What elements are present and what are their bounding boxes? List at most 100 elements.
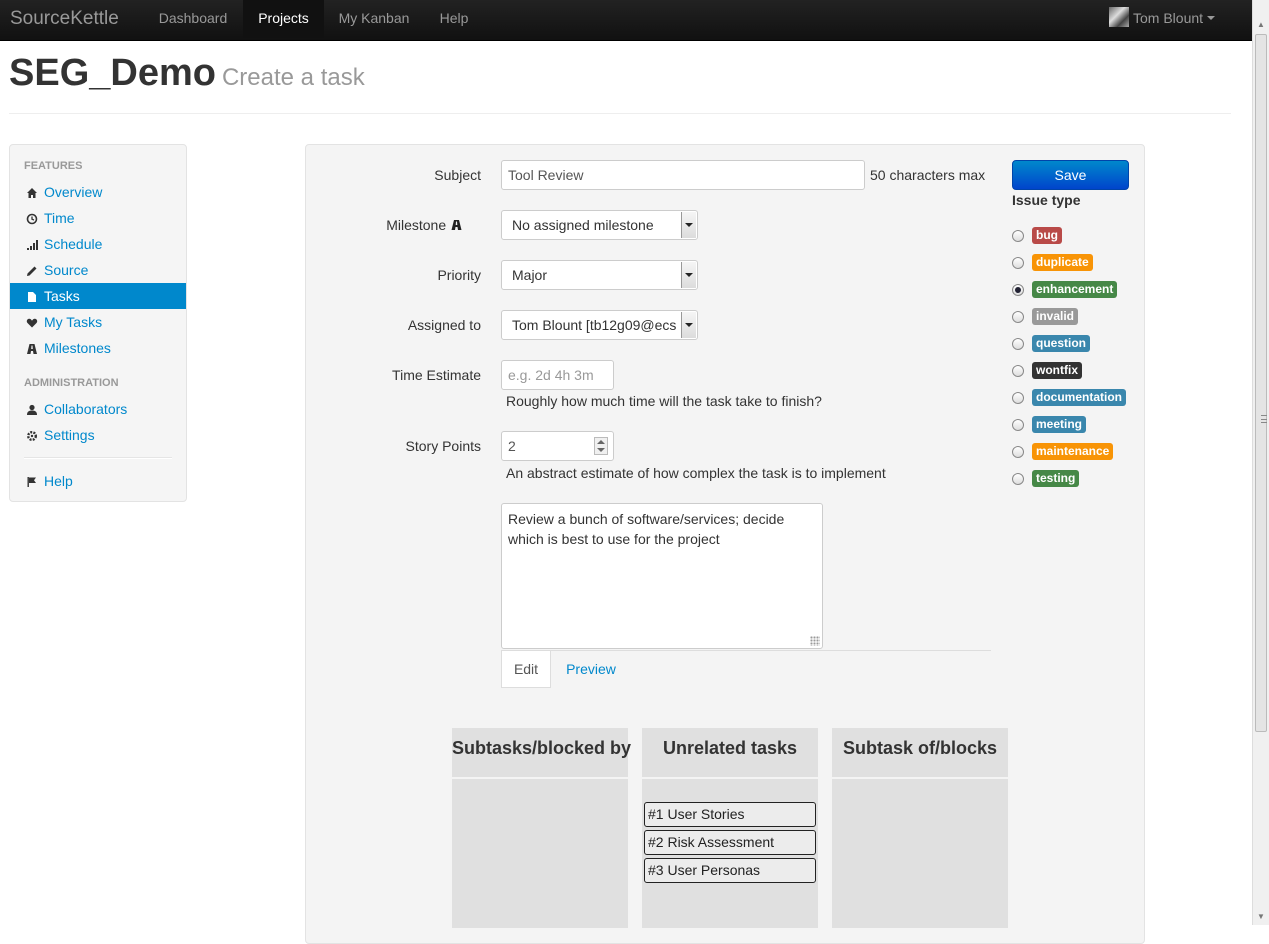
column-title: Subtask of/blocks <box>832 728 1008 779</box>
flag-icon <box>25 468 39 494</box>
priority-select[interactable]: Major <box>501 260 698 290</box>
sidebar-item-collaborators[interactable]: Collaborators <box>10 396 186 422</box>
subject-hint: 50 characters max <box>870 167 986 183</box>
column-unrelated-tasks[interactable]: Unrelated tasks #1 User Stories #2 Risk … <box>642 728 818 928</box>
radio-testing[interactable] <box>1012 473 1024 485</box>
label-maintenance: maintenance <box>1032 443 1114 460</box>
tab-edit[interactable]: Edit <box>501 651 551 688</box>
story-points-value: 2 <box>508 438 516 454</box>
user-menu[interactable]: Tom Blount <box>1109 0 1216 38</box>
task-card[interactable]: #3 User Personas <box>644 858 816 883</box>
story-points-hint: An abstract estimate of how complex the … <box>506 465 886 481</box>
scroll-up-arrow-icon[interactable]: ▲ <box>1256 20 1266 30</box>
label-enhancement: enhancement <box>1032 281 1118 298</box>
file-icon <box>25 283 39 309</box>
sidebar-item-label: Overview <box>44 184 103 200</box>
spinner-arrows-icon[interactable] <box>594 437 608 455</box>
heart-icon <box>25 309 39 335</box>
sidebar-item-label: Settings <box>44 427 95 443</box>
user-name: Tom Blount <box>1133 10 1204 26</box>
sidebar-item-label: My Tasks <box>44 314 103 330</box>
column-title: Subtasks/blocked by <box>452 728 631 779</box>
subject-input[interactable]: Tool Review <box>501 160 865 190</box>
label-wontfix: wontfix <box>1032 362 1082 379</box>
scroll-down-arrow-icon[interactable]: ▼ <box>1256 912 1266 922</box>
sidebar-item-schedule[interactable]: Schedule <box>10 231 186 257</box>
radio-meeting[interactable] <box>1012 419 1024 431</box>
milestone-select[interactable]: No assigned milestone <box>501 210 698 240</box>
radio-maintenance[interactable] <box>1012 446 1024 458</box>
sidebar-item-overview[interactable]: Overview <box>10 179 186 205</box>
radio-documentation[interactable] <box>1012 392 1024 404</box>
assignee-selected-value: Tom Blount [tb12g09@ecs <box>512 317 677 333</box>
time-estimate-label: Time Estimate <box>392 367 481 383</box>
sidebar-item-tasks[interactable]: Tasks <box>10 283 186 309</box>
radio-duplicate[interactable] <box>1012 257 1024 269</box>
resize-grip-icon[interactable] <box>810 636 820 646</box>
radio-enhancement[interactable] <box>1012 284 1024 296</box>
column-subtask-of-blocks[interactable]: Subtask of/blocks <box>832 728 1008 928</box>
sidebar-item-my-tasks[interactable]: My Tasks <box>10 309 186 335</box>
sidebar-item-label: Collaborators <box>44 401 128 417</box>
tab-preview[interactable]: Preview <box>556 651 626 688</box>
milestone-label-text: Milestone <box>386 217 447 233</box>
caret-down-icon <box>1207 16 1216 21</box>
assignee-select[interactable]: Tom Blount [tb12g09@ecs <box>501 310 698 340</box>
page-subtitle: Create a task <box>221 64 365 91</box>
home-icon <box>25 179 39 205</box>
description-textarea[interactable]: Review a bunch of software/services; dec… <box>501 503 823 649</box>
clock-icon <box>25 205 39 231</box>
brand-logo[interactable]: SourceKettle <box>10 8 119 30</box>
label-testing: testing <box>1032 470 1080 487</box>
column-subtasks-blocked-by[interactable]: Subtasks/blocked by <box>452 728 631 928</box>
task-card[interactable]: #1 User Stories <box>644 802 816 827</box>
sidebar-item-time[interactable]: Time <box>10 205 186 231</box>
sidebar-item-label: Milestones <box>44 340 111 356</box>
radio-invalid[interactable] <box>1012 311 1024 323</box>
nav-help[interactable]: Help <box>424 0 484 38</box>
priority-selected-value: Major <box>512 267 548 283</box>
sidebar-item-label: Time <box>44 210 75 226</box>
road-icon <box>25 335 39 361</box>
sidebar-item-label: Source <box>44 262 89 278</box>
column-title: Unrelated tasks <box>642 728 818 779</box>
radio-question[interactable] <box>1012 338 1024 350</box>
priority-label: Priority <box>437 267 481 283</box>
radio-bug[interactable] <box>1012 230 1024 242</box>
label-bug: bug <box>1032 227 1062 244</box>
assigned-to-label: Assigned to <box>407 317 481 333</box>
sidebar-item-label: Schedule <box>44 236 103 252</box>
nav-my-kanban[interactable]: My Kanban <box>324 0 424 38</box>
page-scrollbar[interactable]: ▲ ▼ <box>1252 0 1269 925</box>
time-estimate-input[interactable]: e.g. 2d 4h 3m <box>501 360 614 390</box>
subject-label: Subject <box>434 167 481 183</box>
label-meeting: meeting <box>1032 416 1087 433</box>
scrollbar-thumb[interactable] <box>1255 34 1267 732</box>
sidebar-item-settings[interactable]: Settings <box>10 422 186 448</box>
sidebar-item-help[interactable]: Help <box>10 468 186 494</box>
sidebar: FEATURES Overview Time Schedule Source T… <box>9 144 187 502</box>
dropdown-arrow-icon <box>681 262 696 288</box>
sidebar-item-source[interactable]: Source <box>10 257 186 283</box>
nav-projects[interactable]: Projects <box>243 0 324 38</box>
story-points-input[interactable]: 2 <box>501 431 614 461</box>
save-button[interactable]: Save <box>1012 160 1129 190</box>
sidebar-item-milestones[interactable]: Milestones <box>10 335 186 361</box>
signal-icon <box>25 231 39 257</box>
nav-dashboard[interactable]: Dashboard <box>143 0 243 38</box>
top-navbar: SourceKettle Dashboard Projects My Kanba… <box>0 0 1252 41</box>
page-title: SEG_Demo Create a task <box>9 52 365 95</box>
cog-icon <box>25 422 39 448</box>
story-points-label: Story Points <box>405 438 481 454</box>
dropdown-arrow-icon <box>681 312 696 338</box>
radio-wontfix[interactable] <box>1012 365 1024 377</box>
project-name: SEG_Demo <box>9 52 216 94</box>
description-line: which is best to use for the project <box>508 531 720 547</box>
label-duplicate: duplicate <box>1032 254 1093 271</box>
issue-type-title: Issue type <box>1012 192 1081 208</box>
features-header: FEATURES <box>24 160 83 172</box>
road-icon <box>450 217 463 233</box>
milestone-label: Milestone <box>291 217 463 233</box>
dropdown-arrow-icon <box>681 212 696 238</box>
task-card[interactable]: #2 Risk Assessment <box>644 830 816 855</box>
